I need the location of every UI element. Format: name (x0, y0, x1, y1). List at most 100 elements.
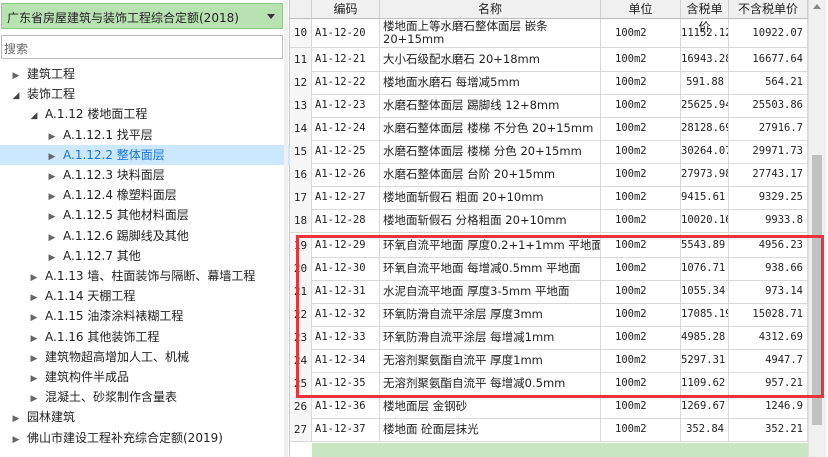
tree-node[interactable]: ▶ 园林建筑 (10, 407, 75, 427)
tree-node[interactable]: ▶ A.1.12.3 块料面层 (46, 165, 165, 185)
collapsed-triangle-icon[interactable]: ▶ (28, 329, 40, 349)
cell-unit-text: 100m2 (615, 99, 647, 111)
tree-node[interactable]: ▶ 混凝土、砂浆制作含量表 (28, 387, 177, 407)
table-row[interactable]: 26 A1-12-36 楼地面层 金钢砂 100m2 1269.67 1246.9 (290, 395, 808, 419)
cell-code-text: A1-12-22 (315, 76, 366, 88)
expanded-triangle-icon[interactable]: ◢ (28, 106, 40, 126)
dropdown-arrow-icon[interactable] (267, 14, 275, 19)
tree-node[interactable]: ▶ A.1.16 其他装饰工程 (28, 327, 160, 349)
table-row[interactable]: 12 A1-12-22 楼地面水磨石 每增减5mm 100m2 591.88 564.21 (290, 71, 808, 95)
table-row[interactable]: 25 A1-12-35 无溶剂聚氨酯自流平 每增减0.5mm 100m2 1109.62… (290, 372, 808, 396)
tree-node[interactable]: ▶ 佛山市建设工程补充综合定额(2019) (10, 428, 223, 448)
tree-node[interactable]: ▶ A.1.12.5 其他材料面层 (46, 205, 189, 225)
cell-code-text: A1-12-36 (315, 400, 366, 412)
table-row[interactable]: 19 A1-12-29 环氧自流平地面 厚度0.2+1+1mm 平地面 100m2 55… (290, 234, 808, 258)
cell-notax-price: 16677.64 (729, 48, 808, 71)
table-row[interactable]: 27 A1-12-37 楼地面 砼面层抹光 100m2 352.84 352.21 (290, 418, 808, 442)
collapsed-triangle-icon[interactable]: ▶ (46, 207, 58, 227)
cell-notax-price-text: 4312.69 (758, 331, 803, 343)
cell-code: A1-12-32 (312, 303, 380, 326)
collapsed-triangle-icon[interactable]: ▶ (46, 167, 58, 187)
cell-notax-price: 957.21 (729, 372, 808, 395)
collapsed-triangle-icon[interactable]: ▶ (10, 409, 22, 429)
collapsed-triangle-icon[interactable]: ▶ (28, 369, 40, 389)
tree-node[interactable]: ▶ 建筑构件半成品 (28, 367, 129, 387)
table-row[interactable]: 13 A1-12-23 水磨石整体面层 踢脚线 12+8mm 100m2 25625.9… (290, 94, 808, 118)
cell-code-text: A1-12-27 (315, 191, 366, 203)
col-header-code[interactable]: 编码 (312, 0, 380, 18)
tree-node[interactable]: ▶ A.1.12.7 其他 (46, 246, 141, 266)
tree-node[interactable]: ◢ A.1.12 楼地面工程 (28, 104, 148, 126)
tree-node-label: A.1.15 油漆涂料裱糊工程 (45, 309, 184, 324)
tree-node[interactable]: ▶ A.1.12.4 橡塑料面层 (46, 185, 177, 205)
tree-node-label: 建筑工程 (27, 67, 76, 81)
cell-tax-price-text: 9415.61 (681, 191, 726, 203)
cell-name: 水泥自流平地面 厚度3-5mm 平地面 (380, 280, 601, 303)
tree-node[interactable]: ▶ A.1.15 油漆涂料裱糊工程 (28, 306, 184, 328)
table-row[interactable]: 11 A1-12-21 大小石级配水磨石 20+18mm 100m2 16943.28 1… (290, 48, 808, 72)
tree-node[interactable]: ▶ A.1.12.2 整体面层 (0, 144, 330, 167)
col-header-unit[interactable]: 单位 (601, 0, 681, 18)
cell-unit: 100m2 (601, 48, 681, 71)
collapsed-triangle-icon[interactable]: ▶ (28, 308, 40, 328)
table-row[interactable]: 21 A1-12-31 水泥自流平地面 厚度3-5mm 平地面 100m2 1055.3… (290, 280, 808, 304)
tree-node[interactable]: ▶ A.1.12.1 找平层 (46, 125, 153, 145)
tree-node-label: A.1.13 墙、柱面装饰与隔断、幕墙工程 (45, 269, 256, 283)
grid-horizontal-scrollbar[interactable] (312, 443, 808, 457)
cell-name: 楼地面 砼面层抹光 (380, 418, 601, 441)
tree-scrollbar[interactable] (284, 0, 288, 457)
tree-node[interactable]: ▶ A.1.12.6 踢脚线及其他 (46, 226, 189, 246)
cell-code-text: A1-12-20 (315, 27, 366, 39)
col-header-tax-price[interactable]: 含税单价 (681, 0, 729, 34)
expanded-triangle-icon[interactable]: ◢ (10, 86, 22, 106)
tree-node[interactable]: ▶ A.1.14 天棚工程 (28, 286, 136, 308)
collapsed-triangle-icon[interactable]: ▶ (10, 430, 22, 450)
table-row[interactable]: 10 A1-12-20 楼地面上等水磨石整体面层 嵌条 20+15mm 100m2 111… (290, 19, 808, 48)
table-row[interactable]: 16 A1-12-26 水磨石整体面层 台阶 20+15mm 100m2 27973.9… (290, 163, 808, 187)
scrollbar-thumb[interactable] (812, 155, 822, 425)
table-row[interactable]: 14 A1-12-24 水磨石整体面层 楼梯 不分色 20+15mm 100m2 281… (290, 117, 808, 141)
table-row[interactable]: 15 A1-12-25 水磨石整体面层 楼梯 分色 20+15mm 100m2 3026… (290, 140, 808, 164)
col-header-index[interactable] (290, 0, 312, 18)
table-row[interactable]: 23 A1-12-33 环氧防滑自流平涂层 每增减1mm 100m2 4985.28 43… (290, 326, 808, 350)
col-header-notax-price[interactable]: 不含税单价 (729, 0, 808, 18)
table-row[interactable]: 17 A1-12-27 楼地面斩假石 粗面 20+10mm 100m2 9415.61 9… (290, 186, 808, 210)
collapsed-triangle-icon[interactable]: ▶ (46, 147, 58, 167)
collapsed-triangle-icon[interactable]: ▶ (46, 187, 58, 207)
collapsed-triangle-icon[interactable]: ▶ (28, 268, 40, 288)
collapsed-triangle-icon[interactable]: ▶ (28, 288, 40, 308)
cell-name-text: 楼地面斩假石 分格粗面 20+10mm (383, 213, 567, 227)
cell-code-text: A1-12-33 (315, 331, 366, 343)
collapsed-triangle-icon[interactable]: ▶ (28, 349, 40, 369)
scroll-up-arrow-icon[interactable] (813, 4, 821, 9)
cell-unit: 100m2 (601, 163, 681, 186)
cell-unit: 100m2 (601, 326, 681, 349)
cell-tax-price-text: 1109.62 (681, 377, 726, 389)
cell-unit-text: 100m2 (615, 27, 647, 39)
cell-notax-price: 25503.86 (729, 94, 808, 117)
table-row[interactable]: 22 A1-12-32 环氧防滑自流平涂层 厚度3mm 100m2 17085.19 15… (290, 303, 808, 327)
cell-tax-price-text: 5297.31 (681, 354, 726, 366)
cell-tax-price-text: 5543.89 (681, 239, 726, 251)
search-input[interactable]: 搜索 (1, 35, 283, 59)
cell-notax-price: 27916.7 (729, 117, 808, 140)
grid-vertical-scrollbar[interactable] (808, 0, 826, 457)
cell-name-text: 水磨石整体面层 台阶 20+15mm (383, 167, 556, 181)
table-row[interactable]: 20 A1-12-30 环氧自流平地面 每增减0.5mm 平地面 100m2 1076.… (290, 257, 808, 281)
quota-library-select[interactable]: 广东省房屋建筑与装饰工程综合定额(2018) (1, 3, 283, 29)
col-header-name[interactable]: 名称 (380, 0, 601, 18)
tree-node[interactable]: ▶ A.1.13 墙、柱面装饰与隔断、幕墙工程 (28, 266, 256, 288)
table-row[interactable]: 18 A1-12-28 楼地面斩假石 分格粗面 20+10mm 100m2 10020.… (290, 209, 808, 233)
collapsed-triangle-icon[interactable]: ▶ (10, 66, 22, 86)
cell-notax-price-text: 938.66 (765, 262, 803, 274)
table-row[interactable]: 24 A1-12-34 无溶剂聚氨酯自流平 厚度1mm 100m2 5297.31 494… (290, 349, 808, 373)
collapsed-triangle-icon[interactable]: ▶ (46, 127, 58, 147)
collapsed-triangle-icon[interactable]: ▶ (28, 389, 40, 409)
cell-tax-price: 1109.62 (681, 372, 729, 395)
collapsed-triangle-icon[interactable]: ▶ (46, 228, 58, 248)
tree-node[interactable]: ◢ 装饰工程 (10, 84, 75, 104)
tree-node[interactable]: ▶ 建筑物超高增加人工、机械 (28, 347, 189, 367)
collapsed-triangle-icon[interactable]: ▶ (46, 248, 58, 268)
cell-name-text: 水磨石整体面层 楼梯 不分色 20+15mm (383, 121, 594, 135)
tree-node[interactable]: ▶ 建筑工程 (10, 64, 75, 84)
